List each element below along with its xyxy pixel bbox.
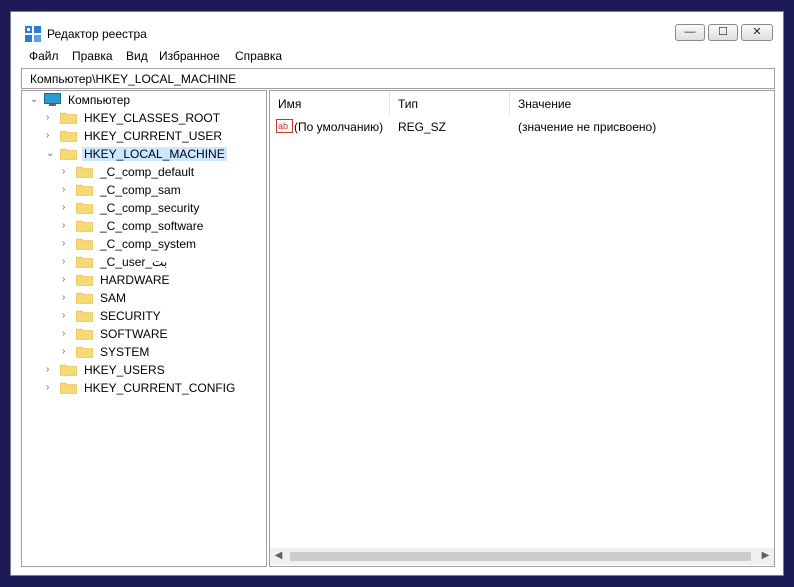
tree-label: _C_user_بت <box>100 255 168 269</box>
tree-label: _C_comp_software <box>100 219 204 233</box>
folder-icon <box>76 346 93 358</box>
chevron-right-icon[interactable]: › <box>62 273 72 287</box>
chevron-right-icon[interactable]: › <box>46 381 56 395</box>
tree-label: _C_comp_sam <box>100 183 181 197</box>
window-title: Редактор реестра <box>47 27 147 41</box>
address-path: Компьютер\HKEY_LOCAL_MACHINE <box>30 72 237 86</box>
column-header-type[interactable]: Тип <box>390 91 510 115</box>
computer-icon <box>44 93 61 106</box>
menu-file[interactable]: Файл <box>27 49 61 63</box>
folder-icon <box>60 130 77 142</box>
folder-icon <box>60 382 77 394</box>
chevron-right-icon[interactable]: › <box>46 129 56 143</box>
folder-icon <box>76 310 93 322</box>
folder-icon <box>76 328 93 340</box>
tree-label: SAM <box>100 291 127 305</box>
chevron-right-icon[interactable]: › <box>46 111 56 125</box>
tree-label: SECURITY <box>100 309 161 323</box>
scrollbar-thumb[interactable] <box>290 552 751 561</box>
tree-label: HKEY_USERS <box>84 363 165 377</box>
horizontal-scrollbar[interactable]: ◀ ▶ <box>270 548 774 565</box>
tree-label: HKEY_LOCAL_MACHINE <box>82 147 227 161</box>
chevron-right-icon[interactable]: › <box>62 255 72 269</box>
folder-icon <box>76 238 93 250</box>
scroll-right-icon[interactable]: ▶ <box>757 550 774 561</box>
registry-editor-window: Редактор реестра — ☐ ✕ Файл Правка Вид И… <box>10 11 784 576</box>
tree-label: HKEY_CLASSES_ROOT <box>84 111 221 125</box>
chevron-down-icon[interactable]: ⌄ <box>30 93 40 107</box>
close-icon: ✕ <box>752 26 762 38</box>
value-data: (значение не присвоено) <box>518 120 657 134</box>
chevron-right-icon[interactable]: › <box>62 291 72 305</box>
svg-text:ab: ab <box>278 121 288 131</box>
tree-label: HKEY_CURRENT_USER <box>84 129 223 143</box>
maximize-icon: ☐ <box>718 26 728 38</box>
folder-icon <box>76 166 93 178</box>
folder-icon <box>76 292 93 304</box>
values-list-pane[interactable]: Имя Тип Значение ab (По умолчанию) REG_S… <box>269 90 775 567</box>
column-header-value[interactable]: Значение <box>510 91 774 115</box>
folder-icon <box>76 274 93 286</box>
close-button[interactable]: ✕ <box>741 24 773 41</box>
column-header-name[interactable]: Имя <box>270 91 390 115</box>
menu-bar: Файл Правка Вид Избранное Справка <box>11 46 783 67</box>
list-item[interactable]: ab (По умолчанию) REG_SZ (значение не пр… <box>270 117 774 135</box>
tree-label: SYSTEM <box>100 345 150 359</box>
open-folder-icon <box>60 148 77 160</box>
tree-label: _C_comp_system <box>100 237 197 251</box>
menu-help[interactable]: Справка <box>233 49 284 63</box>
folder-icon <box>60 364 77 376</box>
menu-edit[interactable]: Правка <box>70 49 115 63</box>
tree-label: _C_comp_security <box>100 201 200 215</box>
chevron-right-icon[interactable]: › <box>62 183 72 197</box>
folder-icon <box>76 184 93 196</box>
address-bar[interactable]: Компьютер\HKEY_LOCAL_MACHINE <box>21 68 775 89</box>
registry-editor-icon <box>25 26 41 42</box>
string-value-icon: ab <box>276 119 293 133</box>
tree-label-computer: Компьютер <box>68 93 131 107</box>
tree-label: _C_comp_default <box>100 165 195 179</box>
chevron-right-icon[interactable]: › <box>62 165 72 179</box>
value-type: REG_SZ <box>398 120 447 134</box>
key-tree-pane[interactable]: ⌄ Компьютер › HKEY_CLASSES_ROOT › HKEY_C… <box>21 90 267 567</box>
maximize-button[interactable]: ☐ <box>708 24 738 41</box>
tree-label: SOFTWARE <box>100 327 168 341</box>
chevron-down-icon[interactable]: ⌄ <box>46 147 56 161</box>
folder-icon <box>76 220 93 232</box>
folder-icon <box>76 202 93 214</box>
minimize-button[interactable]: — <box>675 24 705 41</box>
folder-icon <box>60 112 77 124</box>
menu-favorites[interactable]: Избранное <box>157 49 222 63</box>
menu-view[interactable]: Вид <box>124 49 150 63</box>
folder-icon <box>76 256 93 268</box>
chevron-right-icon[interactable]: › <box>46 363 56 377</box>
tree-label: HARDWARE <box>100 273 170 287</box>
value-name: (По умолчанию) <box>294 120 384 134</box>
chevron-right-icon[interactable]: › <box>62 219 72 233</box>
tree-label: HKEY_CURRENT_CONFIG <box>84 381 236 395</box>
chevron-right-icon[interactable]: › <box>62 237 72 251</box>
chevron-right-icon[interactable]: › <box>62 345 72 359</box>
title-bar[interactable]: Редактор реестра — ☐ ✕ <box>11 12 783 46</box>
chevron-right-icon[interactable]: › <box>62 327 72 341</box>
chevron-right-icon[interactable]: › <box>62 201 72 215</box>
scroll-left-icon[interactable]: ◀ <box>270 550 287 561</box>
chevron-right-icon[interactable]: › <box>62 309 72 323</box>
minimize-icon: — <box>684 26 696 38</box>
